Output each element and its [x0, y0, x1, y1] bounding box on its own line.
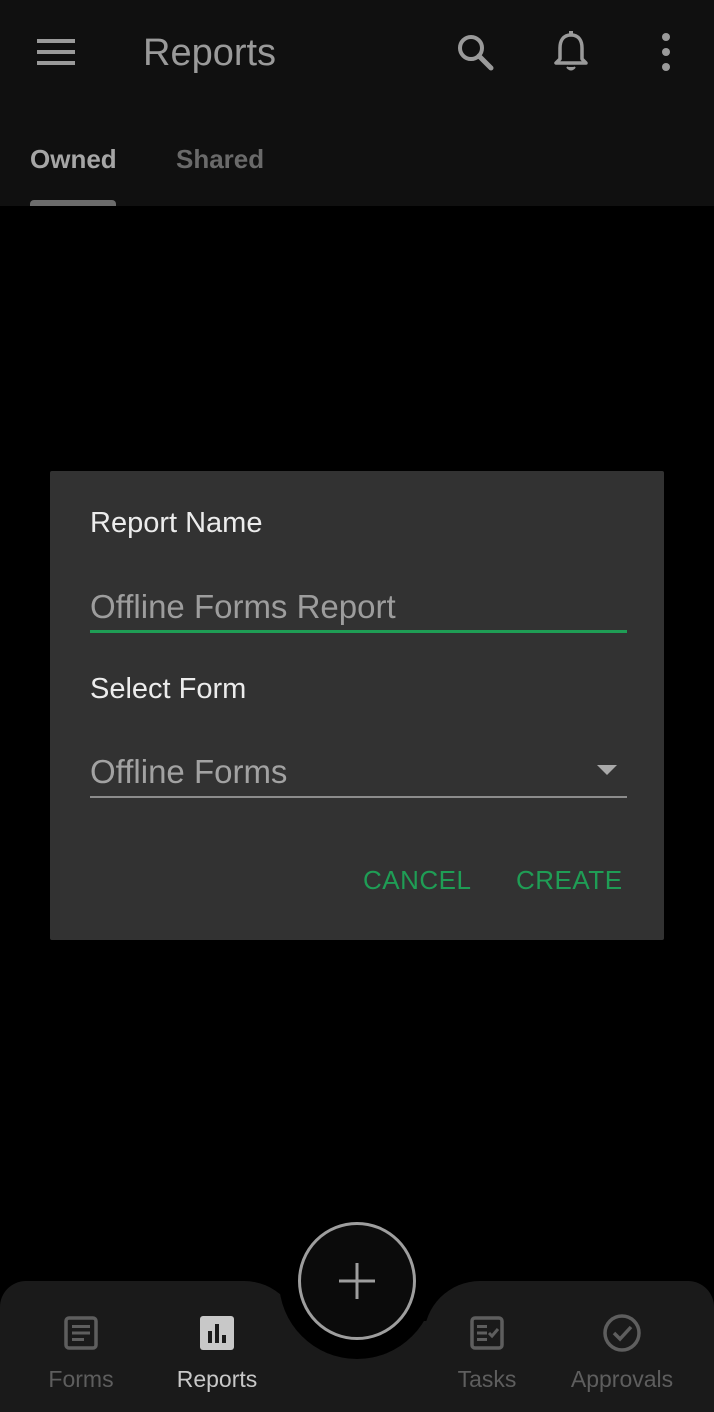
notifications-button[interactable] [543, 28, 599, 76]
nav-item-reports[interactable]: Reports [152, 1281, 282, 1412]
nav-item-approvals[interactable]: Approvals [557, 1281, 687, 1412]
add-button[interactable] [298, 1222, 416, 1340]
menu-button[interactable] [28, 28, 84, 76]
more-options-button[interactable] [638, 28, 694, 76]
select-form-label: Select Form [90, 673, 247, 705]
bar-chart-icon [200, 1316, 234, 1350]
tab-shared[interactable]: Shared [176, 142, 264, 176]
form-select[interactable]: Offline Forms [90, 751, 627, 798]
search-button[interactable] [447, 28, 503, 76]
nav-label-reports: Reports [176, 1366, 258, 1392]
tab-owned[interactable]: Owned [30, 142, 117, 176]
nav-label-forms: Forms [48, 1366, 114, 1392]
create-report-dialog: Report Name Select Form Offline Forms CA… [50, 471, 664, 940]
dropdown-arrow-icon [597, 765, 617, 775]
plus-icon [339, 1263, 375, 1299]
nav-item-tasks[interactable]: Tasks [422, 1281, 552, 1412]
report-name-label: Report Name [90, 507, 263, 539]
nav-label-tasks: Tasks [457, 1366, 517, 1392]
menu-icon [37, 39, 75, 65]
bell-icon [554, 31, 588, 71]
more-vert-icon [662, 33, 670, 71]
form-select-value: Offline Forms [90, 753, 288, 790]
nav-label-approvals: Approvals [570, 1366, 674, 1392]
search-icon [458, 35, 494, 71]
tab-bar: Owned Shared [0, 130, 714, 206]
app-bar: Reports Owned Shared [0, 0, 714, 206]
task-list-icon [470, 1316, 504, 1350]
nav-item-forms[interactable]: Forms [16, 1281, 146, 1412]
report-name-input[interactable] [90, 583, 627, 633]
document-icon [64, 1316, 98, 1350]
check-circle-icon [603, 1314, 641, 1352]
create-button[interactable]: CREATE [516, 863, 623, 897]
tab-indicator [30, 200, 116, 206]
screen: Reports Owned Shared Report Name Offline… [0, 0, 714, 1412]
page-title: Reports [143, 32, 277, 74]
cancel-button[interactable]: CANCEL [363, 863, 471, 897]
